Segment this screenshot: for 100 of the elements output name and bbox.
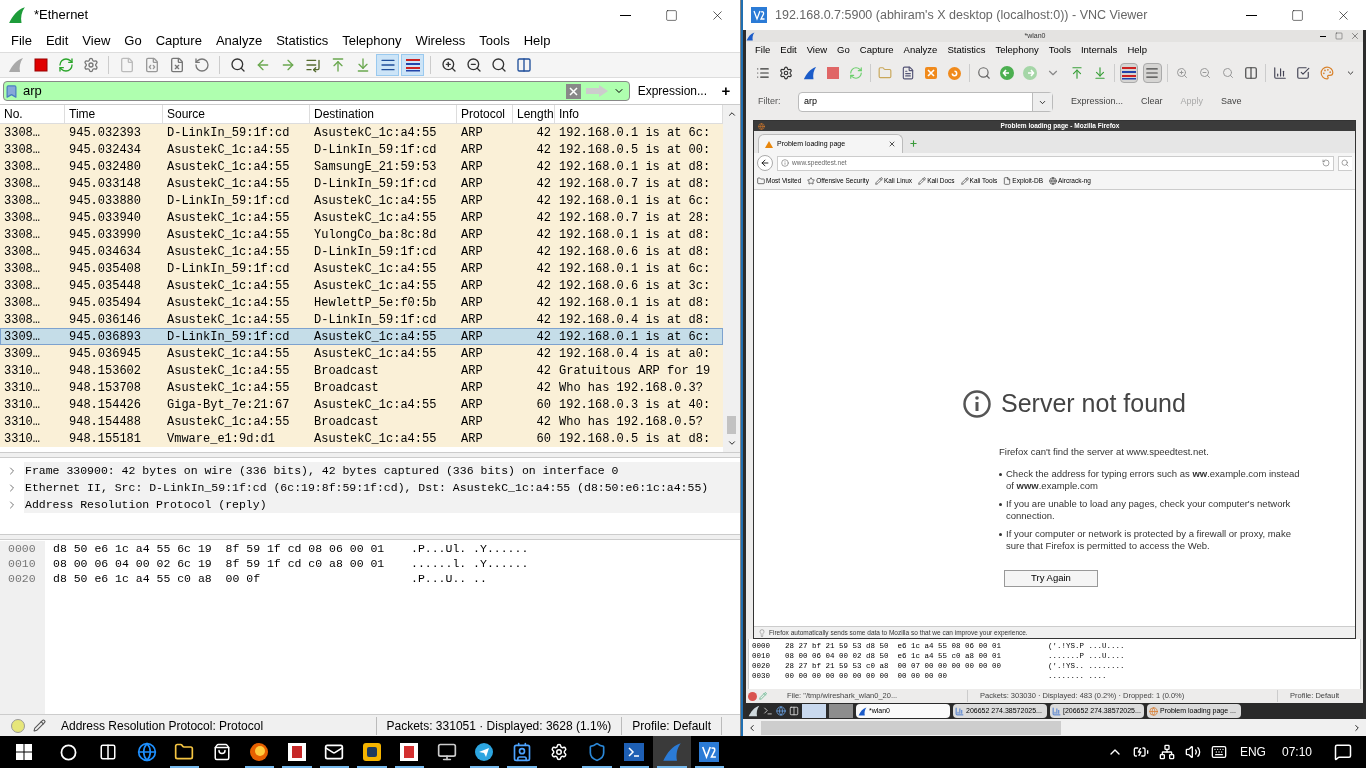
packet-row[interactable]: 3308… 945.036146 AsustekC_1c:a4:55 D-LinkIn_59:1f:cd ARP 42 192.168.0.4 is at d8:: [0, 311, 723, 328]
table-cell-text: D-LinkIn_59:1f:cd: [313, 176, 438, 192]
table-cell-text: D-LinkIn_59:1f:cd: [166, 125, 291, 141]
detail-row[interactable]: Ethernet II, Src: D-LinkIn_59:1f:cd (6c:19:8f:59:1f:cd), Dst: AsustekC_1c:a4:55 (d8:50:e6:1c:a4:55): [24, 479, 740, 496]
menu-item[interactable]: Tools: [472, 31, 517, 51]
table-cell-text: ARP: [460, 431, 484, 447]
menu-item[interactable]: Analyze: [208, 31, 270, 51]
packet-row[interactable]: 3308… 945.035448 AsustekC_1c:a4:55 AsustekC_1c:a4:55 ARP 42 192.168.0.6 is at 3c:: [0, 277, 723, 294]
packet-row[interactable]: 3308… 945.032480 AsustekC_1c:a4:55 SamsungE_21:59:53 ARP 42 192.168.0.1 is at d8:: [0, 158, 723, 175]
table-cell-text: AsustekC_1c:a4:55: [166, 380, 291, 396]
table-cell-text: 192.168.0.1 is at 6c:: [558, 193, 712, 209]
packet-row[interactable]: 3309… 945.036945 AsustekC_1c:a4:55 AsustekC_1c:a4:55 ARP 42 192.168.0.4 is at a0:: [0, 345, 723, 362]
menu-item[interactable]: Go: [117, 31, 149, 51]
menu-item[interactable]: Capture: [854, 42, 899, 58]
table-cell-text: 192.168.0.1 is at 6c:: [558, 329, 712, 345]
table-cell-text: 945.033990: [68, 227, 142, 243]
menu-item[interactable]: Internals: [1075, 42, 1123, 58]
menu-item[interactable]: Help: [1122, 42, 1152, 58]
packet-row[interactable]: 3310… 948.155181 Vmware_e1:9d:d1 AsustekC_1c:a4:55 ARP 60 192.168.0.5 is at d8:: [0, 430, 723, 447]
packet-row[interactable]: 3310… 948.153602 AsustekC_1c:a4:55 Broadcast ARP 42 Gratuitous ARP for 19: [0, 362, 723, 379]
try-again-button[interactable]: Try Again: [1004, 569, 1098, 587]
column-header[interactable]: Length: [513, 105, 555, 123]
packet-row[interactable]: 3308… 945.032393 D-LinkIn_59:1f:cd AsustekC_1c:a4:55 ARP 42 192.168.0.1 is at 6c:: [0, 124, 723, 141]
table-cell-text: AsustekC_1c:a4:55: [166, 346, 291, 362]
menu-item[interactable]: View: [801, 42, 833, 58]
menu-item[interactable]: Go: [832, 42, 855, 58]
table-cell-text: 42: [535, 261, 552, 277]
menu-item[interactable]: Telephony: [990, 42, 1044, 58]
table-cell-text: ARP: [460, 295, 484, 311]
table-cell-text: ARP: [460, 176, 484, 192]
table-cell-text: 945.036945: [68, 346, 142, 362]
menu-item[interactable]: Statistics: [269, 31, 336, 51]
menu-item[interactable]: Tools: [1043, 42, 1076, 58]
column-header[interactable]: Time: [65, 105, 163, 123]
packet-row[interactable]: 3308… 945.032434 AsustekC_1c:a4:55 D-LinkIn_59:1f:cd ARP 42 192.168.0.5 is at 00:: [0, 141, 723, 158]
table-cell-text: ARP: [460, 227, 484, 243]
packet-row[interactable]: 3308… 945.033148 AsustekC_1c:a4:55 D-LinkIn_59:1f:cd ARP 42 192.168.0.7 is at d8:: [0, 175, 723, 192]
table-cell-text: Broadcast: [313, 380, 380, 396]
packet-row[interactable]: 3310… 948.154488 AsustekC_1c:a4:55 Broadcast ARP 42 Who has 192.168.0.5?: [0, 413, 723, 430]
table-cell-text: 42: [535, 244, 552, 260]
language-indicator[interactable]: ENG: [1239, 743, 1266, 761]
table-cell-text: D-LinkIn_59:1f:cd: [166, 193, 291, 209]
menu-item[interactable]: File: [4, 31, 39, 51]
menu-item[interactable]: Statistics: [942, 42, 991, 58]
packet-row[interactable]: 3308… 945.035408 D-LinkIn_59:1f:cd AsustekC_1c:a4:55 ARP 42 192.168.0.1 is at 6c:: [0, 260, 723, 277]
menu-item[interactable]: File: [750, 42, 776, 58]
table-cell-text: AsustekC_1c:a4:55: [166, 142, 291, 158]
table-cell-text: 42: [535, 227, 552, 243]
detail-row[interactable]: Address Resolution Protocol (reply): [24, 496, 740, 513]
table-cell-text: ARP: [460, 397, 484, 413]
packet-row[interactable]: 3308… 945.034634 AsustekC_1c:a4:55 D-LinkIn_59:1f:cd ARP 42 192.168.0.6 is at d8:: [0, 243, 723, 260]
filter-field[interactable]: arp: [3, 81, 630, 101]
menu-item[interactable]: Wireless: [408, 31, 473, 51]
table-cell-text: AsustekC_1c:a4:55: [166, 210, 291, 226]
table-cell-text: 192.168.0.5 is at 00:: [558, 142, 712, 158]
menu-item[interactable]: Help: [516, 31, 558, 51]
menu-item[interactable]: Telephony: [335, 31, 409, 51]
filter-field[interactable]: arp: [798, 92, 1053, 112]
filter-button[interactable]: Save: [1221, 95, 1242, 109]
packet-row[interactable]: 3309… 945.036893 D-LinkIn_59:1f:cd AsustekC_1c:a4:55 ARP 42 192.168.0.1 is at 6c:: [0, 328, 723, 345]
packet-row[interactable]: 3308… 945.033940 AsustekC_1c:a4:55 AsustekC_1c:a4:55 ARP 42 192.168.0.7 is at 28:: [0, 209, 723, 226]
column-header[interactable]: No.: [0, 105, 65, 123]
add-button[interactable]: +: [715, 79, 737, 103]
table-cell-text: 192.168.0.1 is at d8:: [558, 295, 712, 311]
table-cell-text: AsustekC_1c:a4:55: [313, 210, 438, 226]
window-title: 192.168.0.7:5900 (abhiram's X desktop (localhost:0)) - VNC Viewer: [775, 6, 1148, 24]
clock[interactable]: 07:10: [1281, 743, 1312, 761]
suggestion-text: Check the address for typing errors such as ww.example.com instead of www.example.com: [1006, 467, 1301, 492]
expression-button[interactable]: Expression...: [633, 82, 711, 100]
filter-button[interactable]: Expression...: [1071, 95, 1124, 109]
packet-row[interactable]: 3310… 948.154426 Giga-Byt_7e:21:67 AsustekC_1c:a4:55 ARP 60 192.168.0.3 is at 40:: [0, 396, 723, 413]
menu-item[interactable]: View: [75, 31, 118, 51]
error-title: Server not found: [1001, 388, 1186, 419]
table-cell-text: 3308…: [3, 227, 41, 243]
menu-item[interactable]: Analyze: [898, 42, 943, 58]
table-cell-text: 192.168.0.5 is at d8:: [558, 431, 712, 447]
packet-row[interactable]: 3308… 945.035494 AsustekC_1c:a4:55 HewlettP_5e:f0:5b ARP 42 192.168.0.1 is at d8:: [0, 294, 723, 311]
table-cell-text: ARP: [460, 414, 484, 430]
table-cell-text: 948.153602: [68, 363, 142, 379]
filter-button[interactable]: Clear: [1141, 95, 1163, 109]
table-cell-text: ARP: [460, 363, 484, 379]
table-cell-text: 3310…: [3, 363, 41, 379]
packet-row[interactable]: 3310… 948.153708 AsustekC_1c:a4:55 Broadcast ARP 42 Who has 192.168.0.3?: [0, 379, 723, 396]
column-header[interactable]: Source: [163, 105, 310, 123]
table-cell-text: 42: [535, 312, 552, 328]
table-cell-text: ARP: [460, 312, 484, 328]
table-cell-text: ARP: [460, 159, 484, 175]
menu-item[interactable]: Capture: [148, 31, 209, 51]
menu-item[interactable]: Edit: [38, 31, 76, 51]
table-cell-text: AsustekC_1c:a4:55: [166, 176, 291, 192]
status-text: Address Resolution Protocol: Protocol: [61, 717, 265, 735]
suggestion-text: If your computer or network is protected by a firewall or proxy, make sure that Firefox is permitted to access the Web.: [1006, 527, 1292, 552]
menu-item[interactable]: Edit: [775, 42, 802, 58]
column-header[interactable]: Protocol: [457, 105, 513, 123]
table-cell-text: D-LinkIn_59:1f:cd: [166, 261, 291, 277]
column-header[interactable]: Destination: [310, 105, 457, 123]
packet-row[interactable]: 3308… 945.033880 D-LinkIn_59:1f:cd AsustekC_1c:a4:55 ARP 42 192.168.0.1 is at 6c:: [0, 192, 723, 209]
packet-row[interactable]: 3308… 945.033990 AsustekC_1c:a4:55 YulongCo_ba:8c:8d ARP 42 192.168.0.1 is at d8:: [0, 226, 723, 243]
detail-row[interactable]: Frame 330900: 42 bytes on wire (336 bits), 42 bytes captured (336 bits) on interface 0: [24, 462, 740, 479]
filter-label: Filter:: [758, 95, 782, 109]
